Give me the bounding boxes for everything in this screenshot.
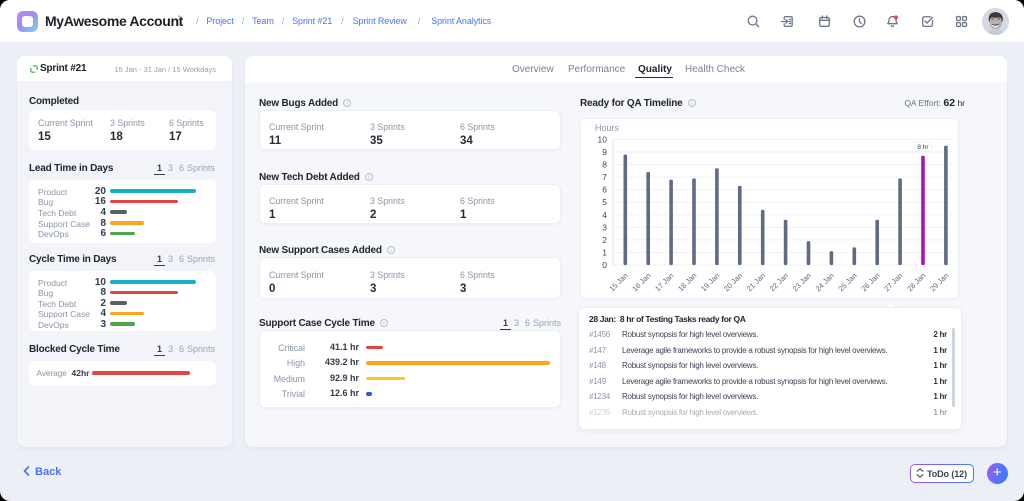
svg-text:19 Jan: 19 Jan	[699, 271, 721, 293]
svg-text:7: 7	[602, 172, 607, 182]
svg-text:29 Jan: 29 Jan	[928, 271, 950, 293]
svg-text:8: 8	[602, 160, 607, 170]
svg-text:15 Jan: 15 Jan	[607, 271, 629, 293]
svg-text:Hours: Hours	[595, 123, 620, 133]
svg-text:22 Jan: 22 Jan	[768, 271, 790, 293]
svg-text:3: 3	[602, 222, 607, 232]
svg-text:0: 0	[602, 260, 607, 270]
svg-text:5: 5	[602, 197, 607, 207]
svg-text:8 hr: 8 hr	[917, 144, 929, 151]
svg-text:18 Jan: 18 Jan	[676, 271, 698, 293]
svg-text:6: 6	[602, 185, 607, 195]
svg-text:2: 2	[602, 235, 607, 245]
svg-text:20 Jan: 20 Jan	[722, 271, 744, 293]
svg-text:17 Jan: 17 Jan	[653, 271, 675, 293]
svg-text:25 Jan: 25 Jan	[836, 271, 858, 293]
svg-text:26 Jan: 26 Jan	[859, 271, 881, 293]
svg-text:1: 1	[602, 247, 607, 257]
svg-text:23 Jan: 23 Jan	[791, 271, 813, 293]
svg-text:9: 9	[602, 147, 607, 157]
svg-text:28 Jan: 28 Jan	[905, 271, 927, 293]
svg-text:10: 10	[598, 134, 608, 144]
svg-text:4: 4	[602, 210, 607, 220]
svg-text:21 Jan: 21 Jan	[745, 271, 767, 293]
svg-text:24 Jan: 24 Jan	[814, 271, 836, 293]
svg-text:16 Jan: 16 Jan	[630, 271, 652, 293]
svg-text:27 Jan: 27 Jan	[882, 271, 904, 293]
